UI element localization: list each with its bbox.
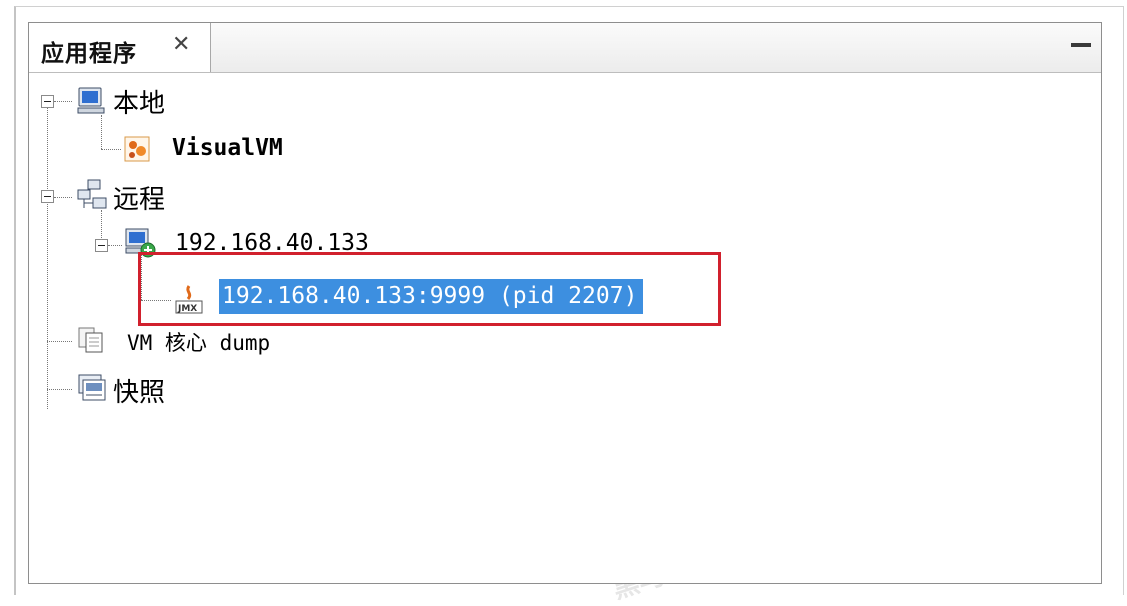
collapse-toggle[interactable] xyxy=(41,190,54,203)
tree-item-visualvm[interactable]: VisualVM xyxy=(172,135,283,161)
collapse-toggle[interactable] xyxy=(95,239,108,252)
tree-connector xyxy=(47,389,72,390)
close-icon[interactable]: ✕ xyxy=(172,32,190,57)
tree-item-core-dump[interactable]: VM 核心 dump xyxy=(127,327,270,357)
highlight-box xyxy=(138,252,721,326)
tree-item-remote[interactable]: 远程 xyxy=(113,179,165,216)
tab-label: 应用程序 xyxy=(41,41,137,67)
tree-connector xyxy=(47,341,72,342)
tab-bar: 应用程序 ✕ xyxy=(29,23,1101,73)
network-hosts-icon xyxy=(77,179,107,209)
tab-applications[interactable]: 应用程序 ✕ xyxy=(29,23,211,72)
core-dump-icon xyxy=(78,327,103,353)
collapse-toggle[interactable] xyxy=(41,95,54,108)
computer-icon xyxy=(77,87,105,114)
tree-item-local[interactable]: 本地 xyxy=(113,83,165,120)
tree-connector xyxy=(101,149,121,150)
snapshot-icon xyxy=(78,374,106,401)
minimize-icon[interactable] xyxy=(1071,43,1091,47)
tree-connector xyxy=(108,245,122,246)
tree-connector xyxy=(54,101,72,102)
tree-connector xyxy=(54,197,72,198)
tree-item-snapshots[interactable]: 快照 xyxy=(113,372,165,409)
application-tree: 本地 VisualVM 远程 192.168.40.133 JMX 192.16… xyxy=(29,72,1101,583)
visualvm-app-icon xyxy=(124,136,150,162)
tree-connector xyxy=(47,104,48,409)
tree-connector xyxy=(101,115,102,149)
tree-connector xyxy=(101,210,102,240)
